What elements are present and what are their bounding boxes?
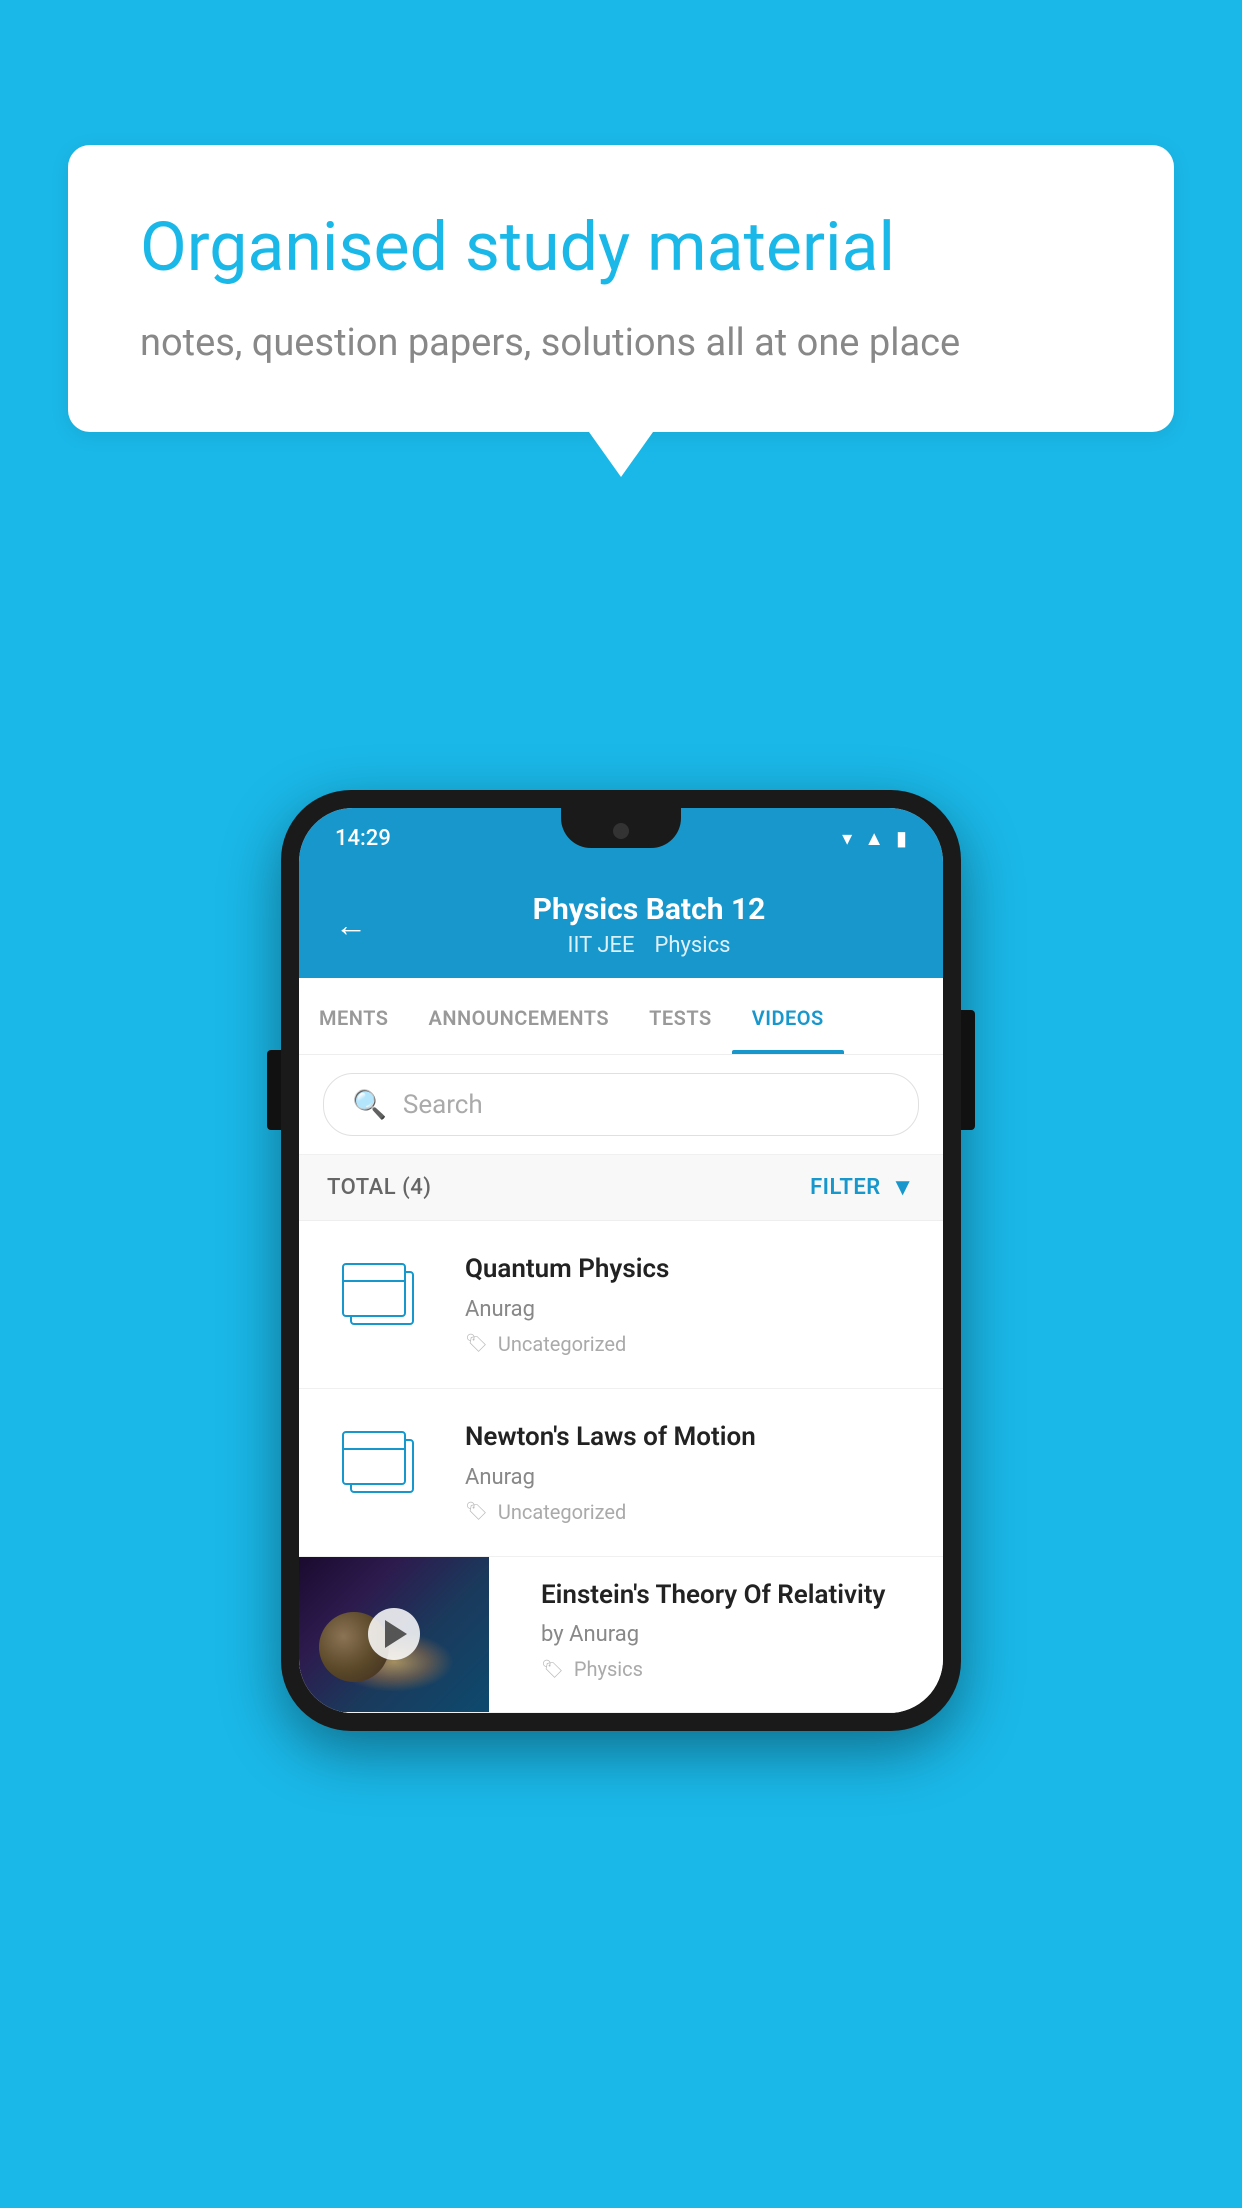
search-bar-container: 🔍 Search <box>299 1055 943 1155</box>
batch-title: Physics Batch 12 <box>391 892 907 927</box>
tag-iitjee: IIT JEE <box>568 933 635 958</box>
header-tags: IIT JEE Physics <box>391 933 907 958</box>
speech-bubble-arrow <box>589 432 653 477</box>
video-author: by Anurag <box>541 1622 919 1647</box>
status-bar: 14:29 ▾ ▲ ▮ <box>299 808 943 868</box>
video-info-2: Newton's Laws of Motion Anurag 🏷 Uncateg… <box>465 1421 915 1524</box>
video-info-1: Quantum Physics Anurag 🏷 Uncategorized <box>465 1253 915 1356</box>
video-thumbnail-einstein <box>299 1557 489 1712</box>
tab-ments[interactable]: MENTS <box>299 978 409 1054</box>
video-title: Newton's Laws of Motion <box>465 1421 915 1455</box>
list-item[interactable]: Einstein's Theory Of Relativity by Anura… <box>299 1557 943 1713</box>
signal-icon: ▲ <box>864 826 884 851</box>
folder-front <box>342 1263 406 1317</box>
wifi-icon: ▾ <box>842 826 852 850</box>
play-button[interactable] <box>368 1608 420 1660</box>
status-time: 14:29 <box>335 826 391 851</box>
speech-bubble-container: Organised study material notes, question… <box>68 145 1174 477</box>
bubble-title: Organised study material <box>140 207 1102 289</box>
app-header: ← Physics Batch 12 IIT JEE Physics <box>299 868 943 978</box>
phone-screen: 14:29 ▾ ▲ ▮ ← Physics Batch 12 IIT JEE <box>299 808 943 1713</box>
video-tag: 🏷 Uncategorized <box>465 1332 915 1356</box>
video-author: Anurag <box>465 1465 915 1490</box>
tab-videos[interactable]: VIDEOS <box>732 978 844 1054</box>
filter-bar: TOTAL (4) FILTER ▼ <box>299 1155 943 1221</box>
folder-front <box>342 1431 406 1485</box>
folder-icon <box>342 1263 422 1333</box>
tab-announcements[interactable]: ANNOUNCEMENTS <box>409 978 630 1054</box>
video-thumb-2 <box>327 1421 437 1511</box>
phone-container: 14:29 ▾ ▲ ▮ ← Physics Batch 12 IIT JEE <box>281 790 961 1731</box>
tag-text: Uncategorized <box>498 1500 626 1524</box>
filter-button[interactable]: FILTER ▼ <box>810 1173 915 1202</box>
total-count: TOTAL (4) <box>327 1175 431 1200</box>
search-placeholder: Search <box>403 1090 483 1120</box>
video-info-3: Einstein's Theory Of Relativity by Anura… <box>517 1557 943 1712</box>
list-item[interactable]: Quantum Physics Anurag 🏷 Uncategorized <box>299 1221 943 1389</box>
header-title-section: Physics Batch 12 IIT JEE Physics <box>391 892 907 958</box>
filter-funnel-icon: ▼ <box>891 1173 915 1202</box>
tag-icon: 🏷 <box>465 1501 488 1522</box>
folder-icon <box>342 1431 422 1501</box>
video-tag: 🏷 Physics <box>541 1657 919 1681</box>
tabs-bar: MENTS ANNOUNCEMENTS TESTS VIDEOS <box>299 978 943 1055</box>
video-list: Quantum Physics Anurag 🏷 Uncategorized <box>299 1221 943 1713</box>
search-bar[interactable]: 🔍 Search <box>323 1073 919 1136</box>
search-icon: 🔍 <box>352 1088 387 1121</box>
tab-tests[interactable]: TESTS <box>629 978 732 1054</box>
filter-label: FILTER <box>810 1175 881 1200</box>
list-item[interactable]: Newton's Laws of Motion Anurag 🏷 Uncateg… <box>299 1389 943 1557</box>
tag-text: Uncategorized <box>498 1332 626 1356</box>
video-author: Anurag <box>465 1297 915 1322</box>
notch <box>561 808 681 848</box>
tag-icon: 🏷 <box>465 1333 488 1354</box>
tag-icon: 🏷 <box>541 1659 564 1680</box>
play-icon <box>385 1620 407 1648</box>
video-title: Quantum Physics <box>465 1253 915 1287</box>
phone-outer: 14:29 ▾ ▲ ▮ ← Physics Batch 12 IIT JEE <box>281 790 961 1731</box>
speech-bubble: Organised study material notes, question… <box>68 145 1174 432</box>
video-thumb-1 <box>327 1253 437 1343</box>
tag-text: Physics <box>574 1657 643 1681</box>
camera-dot <box>613 823 629 839</box>
bubble-subtitle: notes, question papers, solutions all at… <box>140 317 1102 370</box>
status-icons: ▾ ▲ ▮ <box>842 826 907 851</box>
back-button[interactable]: ← <box>335 906 367 944</box>
video-title: Einstein's Theory Of Relativity <box>541 1579 919 1613</box>
video-tag: 🏷 Uncategorized <box>465 1500 915 1524</box>
tag-physics: Physics <box>654 933 730 958</box>
battery-icon: ▮ <box>896 826 907 850</box>
